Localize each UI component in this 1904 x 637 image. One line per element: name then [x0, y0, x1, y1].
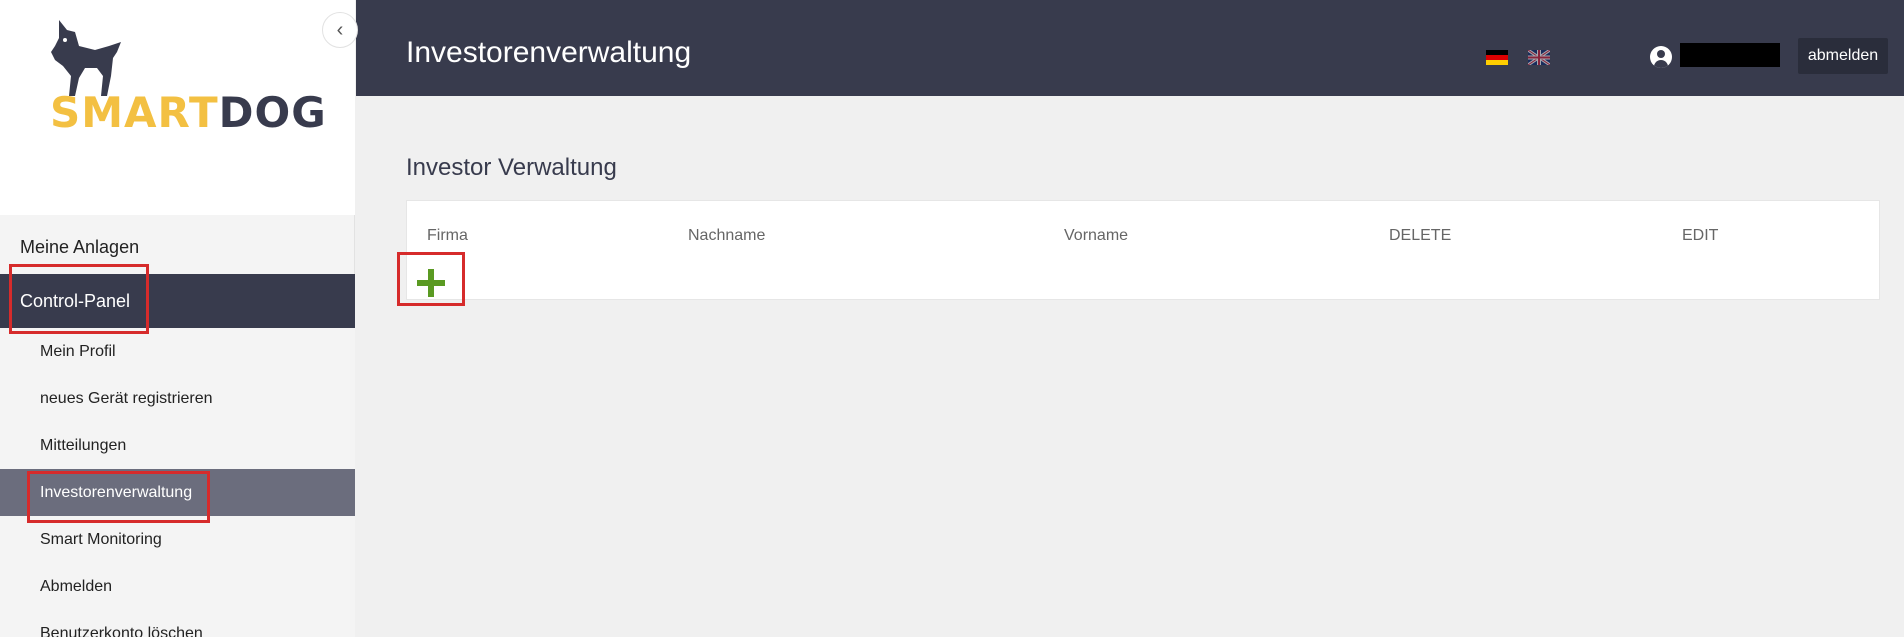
brand-part-dog: DOG: [218, 88, 327, 137]
top-bar: Investorenverwaltung abmelden: [356, 0, 1904, 96]
sidebar: SMARTDOG Meine Anlagen Control-Panel Mei…: [0, 0, 355, 637]
add-investor-button[interactable]: [406, 260, 456, 306]
sidebar-item-geraet-registrieren[interactable]: neues Gerät registrieren: [0, 375, 355, 422]
column-header-edit: EDIT: [1682, 227, 1719, 244]
brand-part-smart: SMART: [50, 88, 219, 137]
plus-icon: [417, 269, 445, 297]
german-flag-icon[interactable]: [1486, 50, 1508, 65]
sidebar-section-control-panel[interactable]: Control-Panel: [0, 274, 355, 328]
column-header-firma[interactable]: Firma: [427, 227, 468, 245]
investor-table: Firma Nachname Vorname DELETE EDIT: [406, 200, 1880, 300]
sidebar-item-mitteilungen[interactable]: Mitteilungen: [0, 422, 355, 469]
logo-area: SMARTDOG: [0, 0, 355, 215]
chevron-left-icon: ‹: [336, 18, 344, 41]
sidebar-item-meine-anlagen[interactable]: Meine Anlagen: [0, 228, 355, 266]
sidebar-item-konto-loeschen[interactable]: Benutzerkonto löschen: [0, 610, 355, 637]
column-header-nachname[interactable]: Nachname: [688, 227, 765, 245]
sidebar-item-investorenverwaltung[interactable]: Investorenverwaltung: [0, 469, 355, 516]
section-title: Investor Verwaltung: [406, 154, 617, 181]
sidebar-item-mein-profil[interactable]: Mein Profil: [0, 328, 355, 375]
column-header-vorname[interactable]: Vorname: [1064, 227, 1128, 245]
uk-flag-icon[interactable]: [1528, 50, 1550, 65]
sidebar-collapse-button[interactable]: ‹: [322, 12, 358, 48]
username-redacted: [1680, 43, 1780, 67]
page-title: Investorenverwaltung: [406, 36, 692, 69]
column-header-delete: DELETE: [1389, 227, 1452, 244]
sidebar-item-smart-monitoring[interactable]: Smart Monitoring: [0, 516, 355, 563]
sidebar-item-abmelden[interactable]: Abmelden: [0, 563, 355, 610]
logout-button[interactable]: abmelden: [1798, 38, 1888, 74]
brand-logo-text: SMARTDOG: [50, 88, 327, 137]
user-account-icon[interactable]: [1650, 46, 1672, 68]
